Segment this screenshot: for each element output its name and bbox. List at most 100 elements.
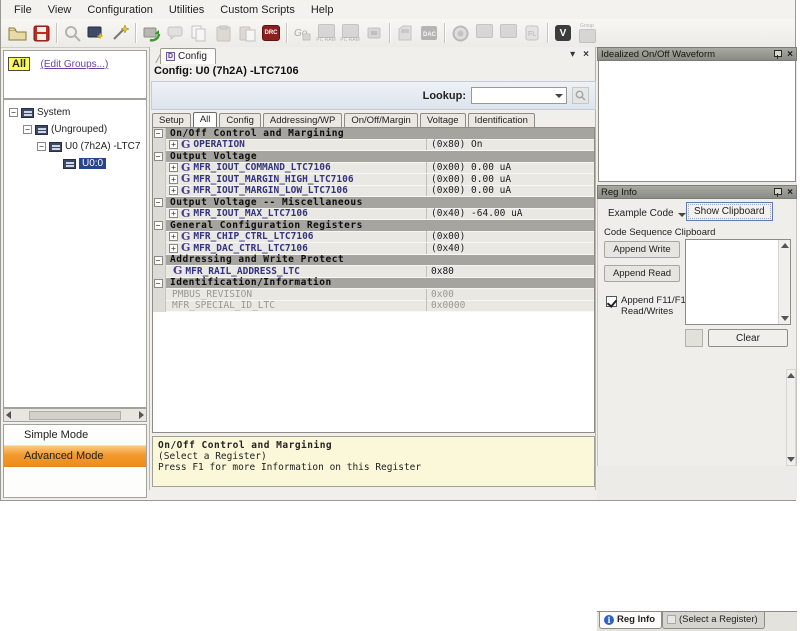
paste-icon[interactable]: [211, 21, 235, 45]
section-row[interactable]: − Output Voltage -- Miscellaneous: [153, 197, 594, 209]
register-value[interactable]: (0x00) 0.00 uA: [426, 174, 594, 185]
ram-to-pc-icon[interactable]: PC RAM: [338, 21, 362, 45]
copy-icon[interactable]: [187, 21, 211, 45]
scroll-left-icon[interactable]: [6, 411, 11, 419]
register-row[interactable]: + G MFR_IOUT_MARGIN_LOW_LTC7106 (0x00) 0…: [153, 186, 594, 198]
register-row-readonly[interactable]: PMBUS_REVISION 0x00: [153, 289, 594, 301]
verify-icon[interactable]: V: [551, 21, 575, 45]
collapse-icon[interactable]: −: [154, 256, 163, 265]
find-icon[interactable]: [60, 21, 84, 45]
tab-menu-icon[interactable]: ▾: [570, 49, 575, 60]
collapse-icon[interactable]: −: [23, 125, 32, 134]
expand-icon[interactable]: +: [169, 163, 178, 172]
tab-config[interactable]: Config: [219, 113, 260, 127]
section-row[interactable]: − Identification/Information: [153, 278, 594, 290]
clear-button[interactable]: Clear: [708, 329, 788, 347]
section-row[interactable]: − Addressing and Write Protect: [153, 255, 594, 267]
scroll-up-icon[interactable]: [787, 373, 795, 378]
collapse-icon[interactable]: −: [154, 279, 163, 288]
collapse-icon[interactable]: −: [154, 129, 163, 138]
go-command-icon[interactable]: Go: [290, 21, 314, 45]
scope-icon[interactable]: [448, 21, 472, 45]
collapse-icon[interactable]: −: [154, 221, 163, 230]
dac-icon[interactable]: DAC: [417, 21, 441, 45]
menu-help[interactable]: Help: [304, 2, 341, 18]
add-device-icon[interactable]: +: [84, 21, 108, 45]
edit-groups-link[interactable]: (Edit Groups...): [41, 59, 109, 70]
open-file-icon[interactable]: [5, 21, 29, 45]
tree-item-device-u0[interactable]: − U0 (7h2A) -LTC7: [4, 138, 146, 155]
register-row[interactable]: G MFR_RAIL_ADDRESS_LTC 0x80: [153, 266, 594, 278]
tree-item-rail-selected[interactable]: U0:0: [4, 155, 146, 172]
section-row[interactable]: − General Configuration Registers: [153, 220, 594, 232]
scroll-down-icon[interactable]: [781, 316, 789, 321]
expand-icon[interactable]: +: [169, 244, 178, 253]
menu-custom-scripts[interactable]: Custom Scripts: [213, 2, 302, 18]
drc-icon[interactable]: DRC: [259, 21, 283, 45]
panel-scrollbar[interactable]: [786, 369, 796, 466]
setup-wizard-icon[interactable]: [108, 21, 132, 45]
tree-item-system[interactable]: − System: [4, 104, 146, 121]
register-row[interactable]: + G OPERATION (0x80) On: [153, 140, 594, 152]
close-tab-icon[interactable]: ×: [583, 49, 589, 60]
tab-addressing-wp[interactable]: Addressing/WP: [263, 113, 342, 127]
register-value[interactable]: (0x40): [426, 243, 594, 254]
nvm-write-icon[interactable]: [362, 21, 386, 45]
scroll-right-icon[interactable]: [139, 411, 144, 419]
tab-on-off-margin[interactable]: On/Off/Margin: [344, 113, 418, 127]
pin-icon[interactable]: [773, 188, 781, 197]
expand-icon[interactable]: +: [169, 186, 178, 195]
append-read-button[interactable]: Append Read: [604, 265, 680, 282]
menu-file[interactable]: File: [7, 2, 39, 18]
scroll-down-icon[interactable]: [787, 457, 795, 462]
register-value[interactable]: 0x80: [426, 266, 594, 277]
register-row[interactable]: + G MFR_IOUT_MAX_LTC7106 (0x40) -64.00 u…: [153, 209, 594, 221]
register-row[interactable]: + G MFR_IOUT_COMMAND_LTC7106 (0x00) 0.00…: [153, 163, 594, 175]
paste-special-icon[interactable]: [235, 21, 259, 45]
lookup-search-button[interactable]: [572, 87, 589, 104]
clipboard-aux-button[interactable]: [685, 329, 703, 347]
menu-configuration[interactable]: Configuration: [80, 2, 159, 18]
tab-voltage[interactable]: Voltage: [420, 113, 466, 127]
telemetry-write-icon[interactable]: [472, 21, 496, 45]
tab-identification[interactable]: Identification: [468, 113, 535, 127]
menu-view[interactable]: View: [41, 2, 79, 18]
register-value[interactable]: (0x40) -64.00 uA: [426, 208, 594, 219]
go-online-icon[interactable]: [139, 21, 163, 45]
scroll-up-icon[interactable]: [781, 243, 789, 248]
register-row[interactable]: + G MFR_IOUT_MARGIN_HIGH_LTC7106 (0x00) …: [153, 174, 594, 186]
register-value[interactable]: (0x00) 0.00 uA: [426, 162, 594, 173]
cf-card-icon[interactable]: [393, 21, 417, 45]
section-row[interactable]: − Output Voltage: [153, 151, 594, 163]
append-f11-f12-checkbox[interactable]: Append F11/F12 Read/Writes: [606, 295, 691, 317]
append-write-button[interactable]: Append Write: [604, 241, 680, 258]
telemetry-read-icon[interactable]: [496, 21, 520, 45]
section-row[interactable]: − On/Off Control and Margining: [153, 128, 594, 140]
all-groups-badge[interactable]: All: [8, 57, 30, 71]
register-value[interactable]: (0x00): [426, 231, 594, 242]
scroll-thumb[interactable]: [29, 411, 121, 420]
tab-all[interactable]: All: [193, 112, 218, 127]
pin-icon[interactable]: [773, 50, 781, 59]
tree-horizontal-scrollbar[interactable]: [3, 408, 147, 422]
register-value[interactable]: (0x00) 0.00 uA: [426, 185, 594, 196]
pc-to-ram-icon[interactable]: PC RAM: [314, 21, 338, 45]
save-icon[interactable]: [29, 21, 53, 45]
group-icon[interactable]: Group: [575, 21, 599, 45]
simple-mode-button[interactable]: Simple Mode: [4, 425, 146, 446]
expand-icon[interactable]: +: [169, 232, 178, 241]
close-icon[interactable]: ×: [787, 187, 793, 198]
register-row-readonly[interactable]: MFR_SPECIAL_ID_LTC 0x0000: [153, 301, 594, 313]
collapse-icon[interactable]: −: [154, 198, 163, 207]
collapse-icon[interactable]: −: [9, 108, 18, 117]
example-code-dropdown[interactable]: Example Code: [604, 205, 690, 222]
register-row[interactable]: + G MFR_CHIP_CTRL_LTC7106 (0x00): [153, 232, 594, 244]
textarea-scrollbar[interactable]: [778, 240, 790, 324]
lookup-combobox[interactable]: [471, 87, 567, 104]
collapse-icon[interactable]: −: [37, 142, 46, 151]
close-icon[interactable]: ×: [787, 49, 793, 60]
tab-select-a-register[interactable]: (Select a Register): [662, 612, 765, 629]
config-document-tab[interactable]: D Config: [160, 48, 216, 64]
register-row[interactable]: + G MFR_DAC_CTRL_LTC7106 (0x40): [153, 243, 594, 255]
code-clipboard-textarea[interactable]: [685, 239, 791, 325]
